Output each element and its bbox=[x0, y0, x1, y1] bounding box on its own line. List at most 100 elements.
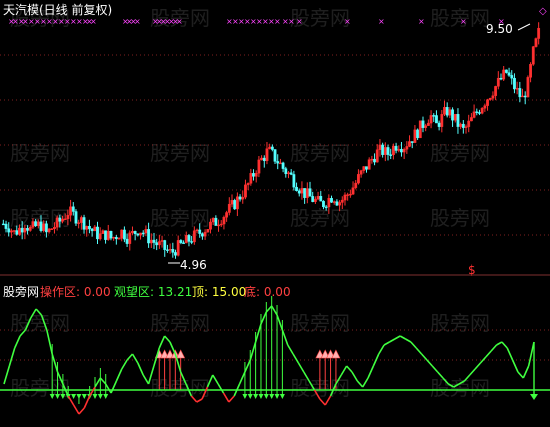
signal-x-marker: × bbox=[418, 17, 425, 26]
buy-signal-arrow bbox=[92, 394, 98, 399]
candle-body bbox=[42, 223, 46, 231]
oscillator-segment bbox=[126, 353, 134, 361]
oscillator-segment bbox=[394, 335, 401, 340]
oscillator-segment bbox=[506, 347, 514, 361]
candle-body bbox=[365, 166, 368, 170]
candle-body bbox=[413, 129, 417, 143]
signal-x-marker: × bbox=[378, 17, 385, 26]
oscillator-segment bbox=[13, 335, 21, 349]
candle-body bbox=[117, 238, 121, 240]
candle-body bbox=[386, 147, 390, 155]
candle-body bbox=[319, 196, 323, 202]
candle-body bbox=[443, 107, 446, 115]
candle-body bbox=[467, 120, 471, 127]
candle-body bbox=[152, 239, 156, 243]
oscillator-segment bbox=[346, 365, 353, 373]
candle-body bbox=[147, 229, 151, 244]
candle-body bbox=[93, 226, 97, 232]
candle-body bbox=[268, 146, 272, 149]
signal-x-marker: × bbox=[274, 17, 281, 26]
oscillator-segment bbox=[228, 395, 235, 403]
watermark-text: 股旁网 bbox=[10, 311, 70, 335]
buy-signal-arrow bbox=[97, 394, 103, 399]
oscillator-segment bbox=[485, 350, 492, 358]
buy-signal-arrow bbox=[81, 394, 87, 399]
candle-body bbox=[464, 126, 468, 128]
candle-body bbox=[241, 196, 245, 200]
candle-body bbox=[260, 157, 263, 161]
candle-body bbox=[23, 228, 27, 233]
indicator-title: 股旁网 bbox=[3, 284, 39, 299]
candle-body bbox=[209, 221, 212, 230]
oscillator-segment bbox=[238, 371, 246, 385]
candle-body bbox=[122, 229, 126, 240]
candle-body bbox=[279, 162, 282, 165]
candle-body bbox=[12, 230, 16, 232]
buy-signal-arrow bbox=[247, 394, 253, 399]
oscillator-segment bbox=[287, 344, 294, 355]
oscillator-segment bbox=[121, 359, 128, 370]
candle-body bbox=[289, 172, 293, 175]
candle-body bbox=[77, 222, 81, 224]
candle-body bbox=[88, 226, 91, 230]
oscillator-segment bbox=[8, 347, 16, 367]
oscillator-segment bbox=[383, 341, 390, 346]
candle-body bbox=[10, 230, 13, 233]
oscillator-segment bbox=[405, 338, 412, 343]
candle-body bbox=[61, 218, 64, 222]
candle-body bbox=[332, 201, 336, 203]
candle-body bbox=[214, 217, 218, 226]
candle-body bbox=[410, 141, 414, 143]
candle-body bbox=[354, 182, 358, 188]
candle-body bbox=[432, 115, 436, 117]
low-price-label: 4.96 bbox=[180, 258, 207, 272]
oscillator-segment bbox=[479, 356, 487, 364]
candle-body bbox=[305, 188, 309, 198]
candle-body bbox=[451, 109, 454, 121]
watermark-text: 股旁网 bbox=[150, 206, 210, 230]
candle-body bbox=[31, 221, 35, 228]
candle-body bbox=[203, 231, 207, 237]
signal-diamond-marker: ◇ bbox=[539, 6, 547, 17]
oscillator-segment bbox=[496, 341, 503, 346]
candle-body bbox=[448, 109, 452, 116]
candle-body bbox=[244, 184, 247, 198]
candle-body bbox=[71, 206, 75, 212]
buy-signal-arrow bbox=[258, 394, 264, 399]
oscillator-segment bbox=[3, 365, 11, 385]
candle-body bbox=[418, 120, 422, 139]
candle-body bbox=[28, 227, 32, 231]
candle-body bbox=[96, 226, 99, 240]
oscillator-segment bbox=[410, 341, 417, 349]
oscillator-segment bbox=[474, 362, 482, 370]
candle-body bbox=[47, 228, 51, 233]
oscillator-segment bbox=[94, 377, 102, 388]
candle-body bbox=[179, 240, 183, 243]
candle-body bbox=[112, 237, 116, 239]
buy-signal-arrow bbox=[279, 394, 285, 399]
candle-body bbox=[357, 174, 360, 184]
candle-body bbox=[139, 232, 142, 236]
buy-signal-arrow bbox=[269, 394, 275, 399]
candle-body bbox=[327, 198, 331, 208]
candle-body bbox=[74, 211, 78, 224]
candle-body bbox=[424, 125, 428, 128]
candle-body bbox=[44, 223, 48, 233]
candle-body bbox=[359, 170, 363, 175]
candle-body bbox=[233, 200, 237, 210]
candle-body bbox=[313, 198, 317, 202]
candle-body bbox=[480, 108, 484, 114]
candle-body bbox=[106, 230, 110, 240]
candle-body bbox=[66, 215, 70, 220]
candle-body bbox=[262, 157, 266, 162]
oscillator-segment bbox=[469, 368, 476, 376]
candle-body bbox=[510, 75, 514, 79]
price-panel: 天汽模(日线 前复权) 9.50 4.96 $ ×× ×× × × × × × × × × × ×××… bbox=[0, 2, 550, 277]
candle-body bbox=[295, 186, 298, 191]
candle-body bbox=[192, 230, 196, 243]
candle-body bbox=[157, 241, 161, 246]
oscillator-segment bbox=[367, 365, 375, 379]
candle-body bbox=[504, 69, 508, 73]
candle-body bbox=[324, 206, 328, 209]
candle-body bbox=[26, 228, 29, 231]
